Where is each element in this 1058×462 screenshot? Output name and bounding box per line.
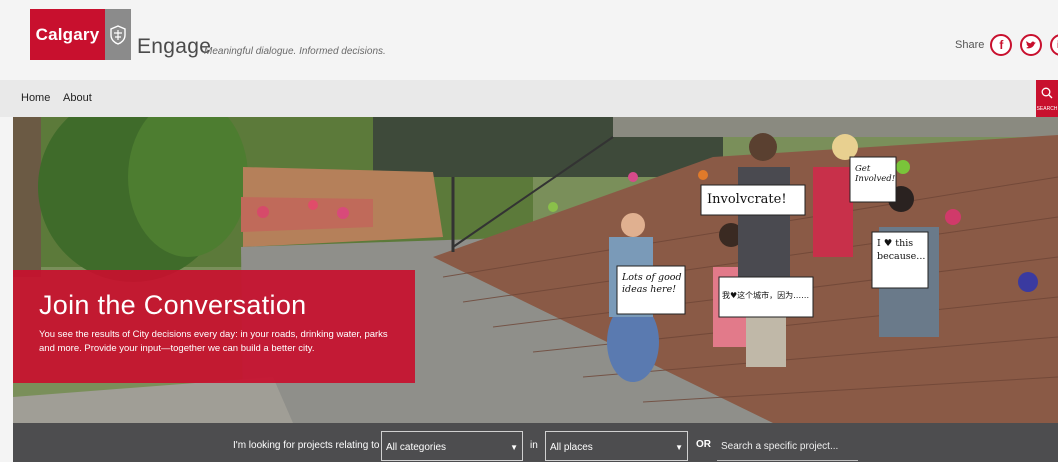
- looking-for-label: I'm looking for projects relating to: [233, 440, 380, 451]
- sign-involvcrate: Involvcrate!: [707, 192, 787, 207]
- sign-i-love-this: I ♥ this because...: [877, 238, 926, 262]
- project-search-bar: I'm looking for projects relating to All…: [13, 423, 1058, 462]
- place-select[interactable]: All places ▼: [545, 431, 688, 461]
- project-search-placeholder: Search a specific project...: [721, 441, 839, 452]
- search-icon: [1041, 86, 1053, 104]
- hero-description: You see the results of City decisions ev…: [39, 329, 388, 354]
- crest-icon: [105, 9, 131, 60]
- place-select-value: All places: [550, 442, 593, 453]
- sign-get-involved: Get Involved!: [855, 164, 896, 184]
- facebook-icon[interactable]: f: [990, 34, 1013, 56]
- site-header: Calgary Engage Meaningful dialogue. Info…: [0, 0, 1058, 80]
- search-button-label: SEARCH: [1036, 105, 1058, 112]
- or-label: OR: [696, 439, 711, 450]
- category-select[interactable]: All categories ▼: [381, 431, 523, 461]
- twitter-icon[interactable]: [1020, 34, 1043, 56]
- hero-panel: Join the Conversation You see the result…: [13, 270, 415, 383]
- in-label: in: [530, 440, 538, 451]
- project-search-input[interactable]: Search a specific project...: [717, 431, 858, 461]
- hero-title: Join the Conversation: [39, 290, 307, 320]
- chevron-down-icon: ▼: [675, 443, 683, 452]
- category-select-value: All categories: [386, 442, 447, 453]
- main-nav: Home About: [0, 80, 1058, 117]
- sign-chinese: 我♥这个城市，因为……: [722, 291, 810, 300]
- tagline: Meaningful dialogue. Informed decisions.: [204, 46, 386, 57]
- sign-lots-of-good-ideas: Lots of good ideas here!: [622, 272, 682, 295]
- nav-item-home[interactable]: Home: [21, 92, 50, 104]
- share-bar: Share f in: [955, 34, 1058, 56]
- logo-text: Calgary: [30, 9, 105, 60]
- calgary-logo[interactable]: Calgary: [30, 9, 131, 60]
- hero-banner: Involvcrate! Get Involved! Lots of good …: [13, 117, 1058, 423]
- chevron-down-icon: ▼: [510, 443, 518, 452]
- search-button[interactable]: SEARCH: [1036, 80, 1058, 117]
- app-title: Engage: [137, 35, 212, 58]
- share-label: Share: [955, 39, 985, 51]
- nav-item-about[interactable]: About: [63, 92, 92, 104]
- page: Calgary Engage Meaningful dialogue. Info…: [0, 0, 1058, 462]
- linkedin-icon[interactable]: in: [1050, 34, 1058, 56]
